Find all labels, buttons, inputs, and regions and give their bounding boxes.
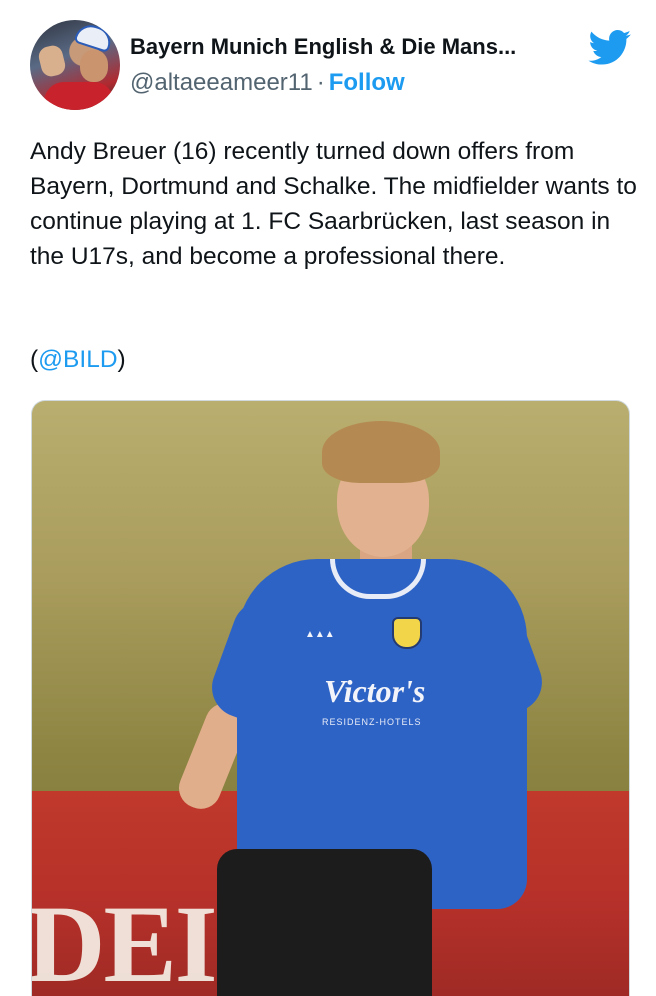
source-open-paren: ( <box>30 346 39 373</box>
separator-dot: · <box>316 69 325 96</box>
avatar-hand <box>36 43 68 79</box>
follow-button[interactable]: Follow <box>329 69 405 96</box>
author-handle[interactable]: @altaeeameer11 <box>130 69 313 96</box>
tweet-text: Andy Breuer (16) recently turned down of… <box>30 138 637 270</box>
mention-link[interactable]: @BILD <box>38 346 117 373</box>
tweet-header: Bayern Munich English & Die Mans... @alt… <box>30 20 632 112</box>
avatar-shirt <box>44 82 114 110</box>
player-shorts <box>217 849 432 996</box>
handle-row: @altaeeameer11 · Follow <box>130 69 405 97</box>
avatar-face <box>80 50 108 82</box>
wall-lettering: DEI <box>31 883 218 996</box>
jersey-sponsor: Victor's <box>324 673 426 709</box>
tweet-source: (@BILD) <box>30 342 126 377</box>
player-hair <box>322 421 440 483</box>
source-close-paren: ) <box>117 346 126 373</box>
avatar[interactable] <box>30 20 120 110</box>
avatar-cap <box>73 20 115 54</box>
twitter-bird-icon[interactable] <box>588 30 632 66</box>
club-crest-icon <box>392 617 422 649</box>
author-name[interactable]: Bayern Munich English & Die Mans... <box>130 34 516 60</box>
jersey-sponsor-sub: RESIDENZ-HOTELS <box>322 717 422 727</box>
tweet-photo[interactable]: DEI ▲▲▲ Victor's RESIDENZ-HOTELS <box>31 400 630 996</box>
adidas-logo-icon: ▲▲▲ <box>305 629 335 640</box>
tweet-card: Bayern Munich English & Die Mans... @alt… <box>0 0 656 996</box>
